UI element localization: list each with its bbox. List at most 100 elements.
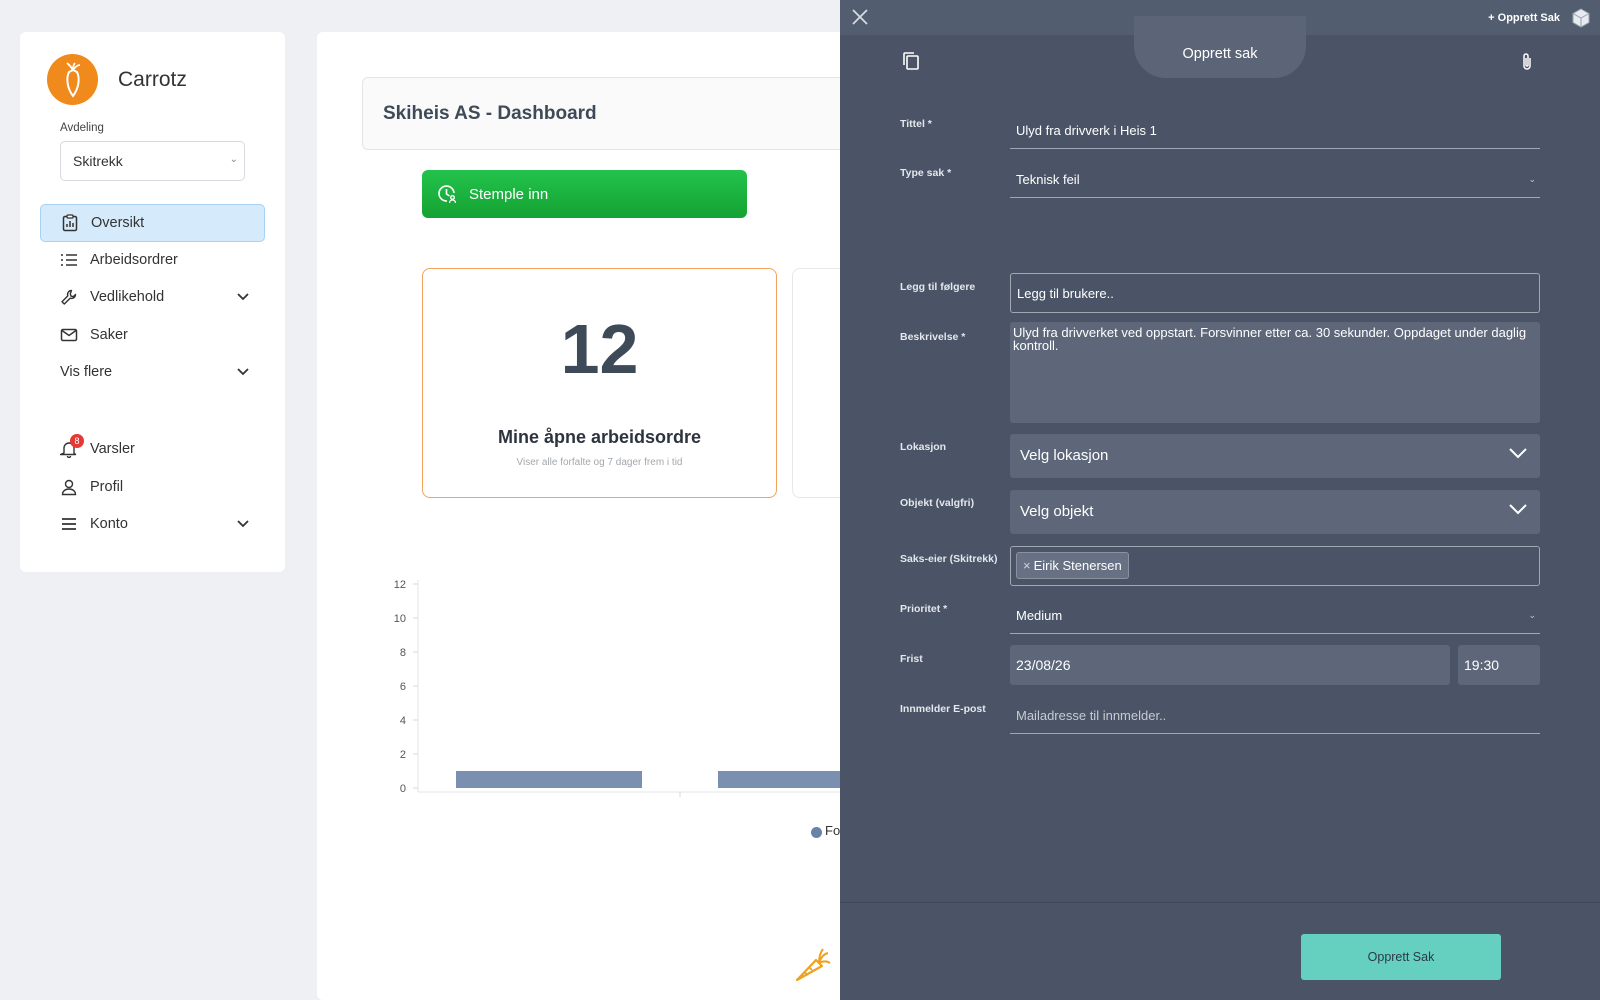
title-value: Ulyd fra drivverk i Heis 1 bbox=[1016, 123, 1157, 138]
case-type-value: Teknisk feil bbox=[1016, 172, 1080, 187]
open-workorders-title: Mine åpne arbeidsordre bbox=[497, 427, 702, 447]
chevron-down-icon: ⌄ bbox=[1528, 174, 1536, 184]
remove-tag-icon[interactable]: × bbox=[1023, 558, 1031, 573]
location-select[interactable]: Velg lokasjon bbox=[1010, 434, 1540, 478]
followers-placeholder: Legg til brukere.. bbox=[1017, 286, 1114, 301]
chevron-down-icon: ⌄ bbox=[1528, 610, 1536, 620]
case-type-label: Type sak * bbox=[900, 167, 952, 179]
stamp-in-label: Stemple inn bbox=[469, 185, 549, 203]
panel-title: Opprett sak bbox=[1182, 46, 1258, 62]
paperclip-icon[interactable] bbox=[1520, 52, 1534, 77]
copy-icon[interactable] bbox=[902, 51, 920, 76]
nav-label: Oversikt bbox=[91, 215, 145, 231]
y-tick-label: 10 bbox=[394, 613, 406, 625]
chevron-down-icon bbox=[237, 289, 249, 305]
owner-label: Saks-eier (Skitrekk) bbox=[900, 553, 998, 565]
nav-label: Konto bbox=[90, 516, 128, 532]
case-type-select[interactable]: Teknisk feil ⌄ bbox=[1010, 162, 1540, 198]
create-case-button-label: Opprett Sak bbox=[1367, 950, 1435, 964]
nav-item-profile[interactable]: Profil bbox=[40, 468, 265, 506]
location-value: Velg lokasjon bbox=[1020, 447, 1109, 464]
followers-label: Legg til følgere bbox=[900, 281, 976, 293]
nav-label: Vis flere bbox=[60, 364, 113, 380]
bar bbox=[456, 771, 642, 788]
list-icon bbox=[60, 251, 78, 269]
nav-label: Arbeidsordrer bbox=[90, 252, 178, 268]
legend-label: Fo bbox=[825, 823, 841, 838]
description-label: Beskrivelse * bbox=[900, 331, 966, 343]
chevron-down-icon bbox=[1508, 446, 1528, 464]
object-label: Objekt (valgfri) bbox=[900, 497, 975, 509]
deadline-time-value: 19:30 bbox=[1464, 657, 1500, 673]
open-workorders-count: 12 bbox=[560, 310, 639, 388]
workorders-chart: 024681012MayJun bbox=[394, 579, 857, 797]
department-select[interactable]: Skitrekk ⌄ bbox=[60, 141, 245, 181]
owner-tag-name: Eirik Stenersen bbox=[1033, 558, 1122, 573]
clipboard-chart-icon bbox=[61, 214, 79, 232]
legend-swatch bbox=[811, 827, 822, 838]
create-case-panel: + Opprett Sak Opprett sak Tittel * Ulyd … bbox=[840, 0, 1600, 1000]
y-tick-label: 12 bbox=[394, 579, 406, 591]
y-tick-label: 8 bbox=[400, 647, 406, 659]
nav-item-maintenance[interactable]: Vedlikehold bbox=[40, 278, 265, 316]
bar bbox=[718, 771, 857, 788]
nav-item-alerts[interactable]: 8 Varsler bbox=[40, 430, 265, 468]
priority-value: Medium bbox=[1016, 608, 1063, 623]
alerts-count-badge: 8 bbox=[70, 434, 84, 448]
carrot-icon bbox=[792, 942, 832, 989]
deadline-time-input[interactable]: 19:30 bbox=[1458, 645, 1540, 685]
chevron-down-icon: ⌄ bbox=[229, 154, 238, 165]
sidebar: Carrotz Avdeling Skitrekk ⌄ Oversikt Arb… bbox=[20, 32, 285, 572]
title-input[interactable]: Ulyd fra drivverk i Heis 1 bbox=[1010, 113, 1540, 149]
nav-item-more[interactable]: Vis flere bbox=[40, 353, 265, 391]
nav-label: Varsler bbox=[90, 441, 135, 457]
page-title: Skiheis AS - Dashboard bbox=[383, 103, 597, 124]
priority-select[interactable]: Medium ⌄ bbox=[1010, 598, 1540, 634]
create-case-button[interactable]: Opprett Sak bbox=[1301, 934, 1501, 980]
nav-item-overview[interactable]: Oversikt bbox=[40, 204, 265, 242]
nav-label: Profil bbox=[90, 479, 124, 495]
carrot-logo-icon bbox=[47, 54, 98, 105]
followers-input[interactable]: Legg til brukere.. bbox=[1010, 273, 1540, 313]
object-select[interactable]: Velg objekt bbox=[1010, 490, 1540, 534]
clock-user-icon bbox=[437, 184, 457, 204]
location-label: Lokasjon bbox=[900, 441, 947, 453]
create-case-link[interactable]: + Opprett Sak bbox=[1488, 12, 1560, 24]
priority-label: Prioritet * bbox=[900, 603, 948, 615]
y-tick-label: 2 bbox=[400, 749, 406, 761]
department-label: Avdeling bbox=[60, 122, 104, 134]
owner-tag[interactable]: × Eirik Stenersen bbox=[1016, 552, 1129, 579]
owner-select[interactable]: × Eirik Stenersen bbox=[1010, 546, 1540, 586]
reporter-email-input[interactable]: Mailadresse til innmelder.. bbox=[1010, 698, 1540, 734]
deadline-date-value: 23/08/26 bbox=[1016, 657, 1071, 673]
brand[interactable]: Carrotz bbox=[47, 54, 187, 105]
chevron-down-icon bbox=[1508, 502, 1528, 520]
reporter-email-placeholder: Mailadresse til innmelder.. bbox=[1016, 708, 1167, 723]
deadline-label: Frist bbox=[900, 653, 923, 665]
y-tick-label: 0 bbox=[400, 783, 406, 795]
divider bbox=[840, 902, 1600, 903]
close-icon[interactable] bbox=[850, 7, 870, 32]
object-value: Velg objekt bbox=[1020, 503, 1094, 520]
reporter-email-label: Innmelder E-post bbox=[900, 703, 986, 715]
user-icon bbox=[60, 478, 78, 496]
chevron-down-icon bbox=[237, 516, 249, 532]
nav-item-workorders[interactable]: Arbeidsordrer bbox=[40, 241, 265, 279]
stamp-in-button[interactable]: Stemple inn bbox=[422, 170, 747, 218]
panel-title-pill: Opprett sak bbox=[1134, 16, 1306, 78]
nav-label: Saker bbox=[90, 327, 128, 343]
cube-icon[interactable] bbox=[1570, 7, 1592, 34]
department-value: Skitrekk bbox=[73, 153, 123, 169]
deadline-date-input[interactable]: 23/08/26 bbox=[1010, 645, 1450, 685]
open-workorders-card[interactable]: 12 Mine åpne arbeidsordre Viser alle for… bbox=[422, 268, 777, 498]
nav-item-account[interactable]: Konto bbox=[40, 505, 265, 543]
title-label: Tittel * bbox=[900, 118, 932, 130]
open-workorders-subtitle: Viser alle forfalte og 7 dager frem i ti… bbox=[516, 457, 683, 468]
y-tick-label: 6 bbox=[400, 681, 406, 693]
mail-icon bbox=[60, 326, 78, 344]
brand-name: Carrotz bbox=[118, 67, 187, 91]
description-textarea[interactable]: Ulyd fra drivverket ved oppstart. Forsvi… bbox=[1010, 322, 1540, 423]
nav-item-cases[interactable]: Saker bbox=[40, 316, 265, 354]
wrench-icon bbox=[60, 288, 78, 306]
nav-label: Vedlikehold bbox=[90, 289, 165, 305]
